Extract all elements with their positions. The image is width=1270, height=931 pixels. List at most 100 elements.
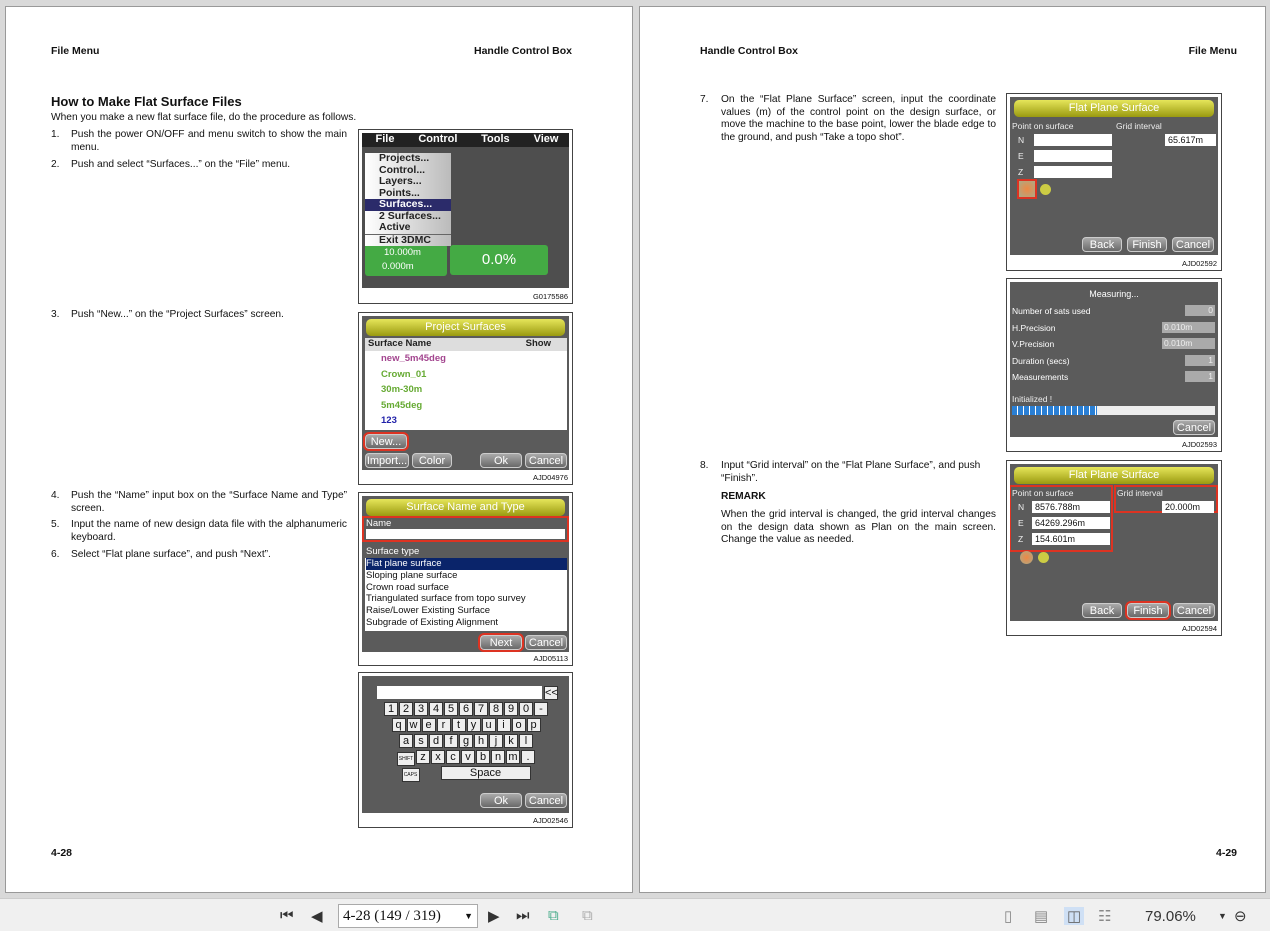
finish-button[interactable]: Finish: [1125, 601, 1171, 620]
surface-row[interactable]: Crown_01: [365, 367, 567, 383]
surface-row[interactable]: 5m45deg: [365, 398, 567, 414]
menu-item[interactable]: Active: [365, 221, 451, 234]
menu-item[interactable]: Layers...: [365, 175, 451, 188]
menu-control[interactable]: Control: [408, 133, 468, 147]
surface-type-option[interactable]: Crown road surface: [366, 582, 567, 594]
page-selector[interactable]: 4-28 (149 / 319) ▼: [338, 904, 478, 928]
n-input[interactable]: [1034, 134, 1112, 146]
surface-type-option[interactable]: Triangulated surface from topo survey: [366, 593, 567, 605]
key-space[interactable]: Space: [440, 766, 531, 780]
key-e[interactable]: e: [421, 718, 436, 732]
cancel-button[interactable]: Cancel: [525, 793, 567, 808]
menu-view[interactable]: View: [523, 133, 569, 147]
key-p[interactable]: p: [526, 718, 541, 732]
z-input[interactable]: [1034, 166, 1112, 178]
zoom-out-icon[interactable]: ⊖: [1234, 907, 1247, 925]
z-input[interactable]: 154.601m: [1032, 533, 1110, 545]
facing-pages-icon[interactable]: ◫: [1064, 907, 1085, 925]
key-r[interactable]: r: [436, 718, 451, 732]
menu-file[interactable]: File: [362, 133, 408, 147]
next-button[interactable]: Next: [478, 633, 524, 652]
key-v[interactable]: v: [461, 750, 475, 764]
key-.[interactable]: .: [521, 750, 535, 764]
key-n[interactable]: n: [491, 750, 505, 764]
import-button[interactable]: Import...: [365, 453, 409, 468]
cancel-button[interactable]: Cancel: [1172, 237, 1214, 252]
key-o[interactable]: o: [511, 718, 526, 732]
key-c[interactable]: c: [446, 750, 460, 764]
surface-list[interactable]: new_5m45deg Crown_01 30m-30m 5m45deg 123: [365, 351, 567, 429]
key-j[interactable]: j: [489, 734, 503, 748]
surface-row[interactable]: new_5m45deg: [365, 351, 567, 367]
backspace-key[interactable]: <<: [544, 686, 558, 700]
key-0[interactable]: 0: [519, 702, 533, 716]
grid-interval-input[interactable]: 65.617m: [1165, 134, 1216, 146]
color-button[interactable]: Color: [412, 453, 452, 468]
key-1[interactable]: 1: [384, 702, 398, 716]
key-x[interactable]: x: [431, 750, 445, 764]
key-k[interactable]: k: [504, 734, 518, 748]
key-6[interactable]: 6: [459, 702, 473, 716]
surface-type-option[interactable]: Sloping plane surface: [366, 570, 567, 582]
key-l[interactable]: l: [519, 734, 533, 748]
menu-item[interactable]: Projects...: [365, 152, 451, 165]
point-icon[interactable]: [1038, 552, 1049, 563]
previous-page-icon[interactable]: ◀: [311, 907, 323, 925]
back-button[interactable]: Back: [1082, 603, 1122, 618]
surface-type-option[interactable]: Raise/Lower Existing Surface: [366, 605, 567, 617]
key--[interactable]: -: [534, 702, 548, 716]
cancel-button[interactable]: Cancel: [1173, 420, 1215, 435]
ok-button[interactable]: Ok: [480, 793, 522, 808]
name-input[interactable]: Name: [362, 516, 569, 542]
next-page-icon[interactable]: ▶: [488, 907, 500, 925]
cancel-button[interactable]: Cancel: [1173, 603, 1215, 618]
surface-type-option[interactable]: Flat plane surface: [366, 558, 567, 570]
key-s[interactable]: s: [414, 734, 428, 748]
key-f[interactable]: f: [444, 734, 458, 748]
previous-view-icon[interactable]: ⧉: [548, 907, 559, 924]
zoom-dropdown-icon[interactable]: ▼: [1218, 911, 1227, 921]
key-7[interactable]: 7: [474, 702, 488, 716]
grid-interval-input[interactable]: 20.000m: [1162, 501, 1214, 513]
menu-tools[interactable]: Tools: [468, 133, 523, 147]
continuous-facing-icon[interactable]: ☷: [1098, 907, 1111, 925]
surface-type-option[interactable]: Subgrade of Existing Alignment: [366, 617, 567, 629]
key-3[interactable]: 3: [414, 702, 428, 716]
point-icon[interactable]: [1040, 184, 1051, 195]
surface-type-list[interactable]: Flat plane surface Sloping plane surface C…: [365, 558, 567, 631]
menu-item[interactable]: Exit 3DMC: [365, 233, 451, 247]
menu-item[interactable]: Surfaces...: [365, 198, 451, 211]
zoom-level[interactable]: 79.06%: [1145, 908, 1196, 925]
key-4[interactable]: 4: [429, 702, 443, 716]
continuous-page-icon[interactable]: ▤: [1034, 907, 1048, 925]
n-input[interactable]: 8576.788m: [1032, 501, 1110, 513]
key-shift[interactable]: SHIFT: [397, 752, 415, 766]
key-w[interactable]: w: [406, 718, 421, 732]
ok-button[interactable]: Ok: [480, 453, 522, 468]
e-input[interactable]: [1034, 150, 1112, 162]
key-b[interactable]: b: [476, 750, 490, 764]
last-page-icon[interactable]: ⏭: [516, 907, 530, 924]
key-9[interactable]: 9: [504, 702, 518, 716]
take-topo-shot-icon[interactable]: [1020, 551, 1033, 564]
surface-row[interactable]: 123: [365, 413, 567, 429]
key-caps[interactable]: CAPS: [401, 768, 420, 782]
chevron-down-icon[interactable]: ▼: [464, 905, 473, 927]
key-d[interactable]: d: [429, 734, 443, 748]
surface-row[interactable]: 30m-30m: [365, 382, 567, 398]
key-i[interactable]: i: [496, 718, 511, 732]
key-m[interactable]: m: [506, 750, 520, 764]
key-g[interactable]: g: [459, 734, 473, 748]
key-t[interactable]: t: [451, 718, 466, 732]
cancel-button[interactable]: Cancel: [525, 635, 567, 650]
new-button[interactable]: New...: [363, 432, 409, 451]
cancel-button[interactable]: Cancel: [525, 453, 567, 468]
key-h[interactable]: h: [474, 734, 488, 748]
single-page-icon[interactable]: ▯: [1004, 907, 1012, 925]
first-page-icon[interactable]: ⏮: [280, 907, 294, 924]
key-8[interactable]: 8: [489, 702, 503, 716]
take-topo-shot-icon[interactable]: [1017, 179, 1037, 199]
key-y[interactable]: y: [466, 718, 481, 732]
finish-button[interactable]: Finish: [1127, 237, 1167, 252]
key-q[interactable]: q: [391, 718, 406, 732]
